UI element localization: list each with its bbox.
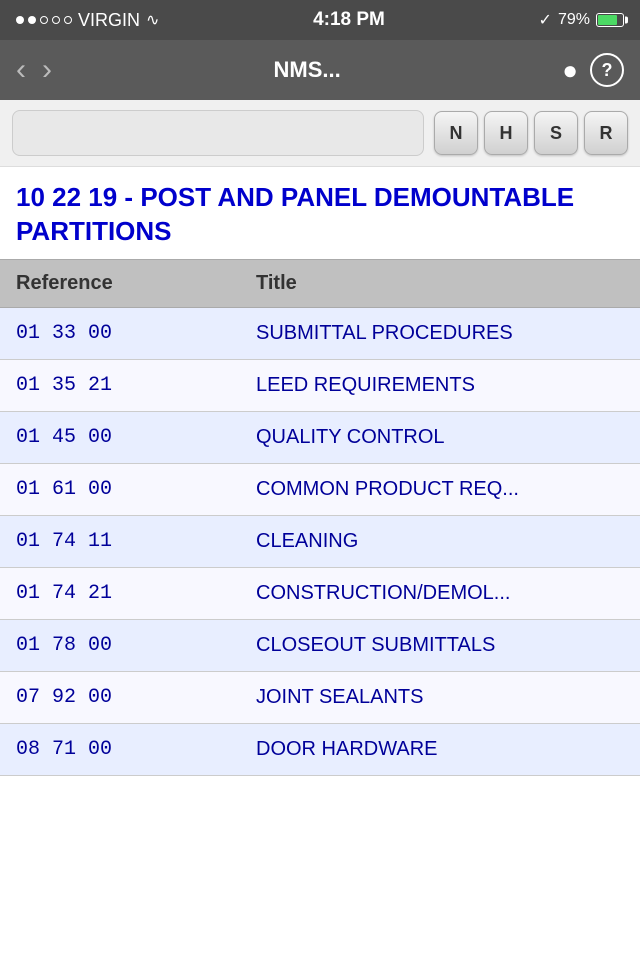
help-button[interactable]: ? bbox=[590, 53, 624, 87]
table-row[interactable]: 01 74 21 CONSTRUCTION/DEMOL... bbox=[0, 568, 640, 620]
cell-reference: 01 45 00 bbox=[0, 412, 240, 463]
cell-title: COMMON PRODUCT REQ... bbox=[240, 464, 640, 515]
table-header: Reference Title bbox=[0, 259, 640, 308]
cell-reference: 01 35 21 bbox=[0, 360, 240, 411]
cell-reference: 01 78 00 bbox=[0, 620, 240, 671]
search-icon[interactable]: ● bbox=[562, 55, 578, 86]
cell-reference: 07 92 00 bbox=[0, 672, 240, 723]
page-title: 10 22 19 - POST AND PANEL DEMOUNTABLE PA… bbox=[0, 167, 640, 259]
header-title: Title bbox=[240, 260, 640, 307]
cell-title: CLOSEOUT SUBMITTALS bbox=[240, 620, 640, 671]
battery-percent: 79% bbox=[558, 11, 590, 29]
cell-reference: 01 33 00 bbox=[0, 308, 240, 359]
dot-1 bbox=[16, 16, 24, 24]
cell-title: DOOR HARDWARE bbox=[240, 724, 640, 775]
signal-dots bbox=[16, 16, 72, 24]
filter-h-button[interactable]: H bbox=[484, 111, 528, 155]
table-row[interactable]: 01 35 21 LEED REQUIREMENTS bbox=[0, 360, 640, 412]
data-table: Reference Title 01 33 00 SUBMITTAL PROCE… bbox=[0, 259, 640, 776]
table-row[interactable]: 08 71 00 DOOR HARDWARE bbox=[0, 724, 640, 776]
filter-bar: N H S R bbox=[0, 100, 640, 167]
cell-title: JOINT SEALANTS bbox=[240, 672, 640, 723]
table-row[interactable]: 07 92 00 JOINT SEALANTS bbox=[0, 672, 640, 724]
cell-title: CLEANING bbox=[240, 516, 640, 567]
battery-icon bbox=[596, 13, 624, 27]
dot-2 bbox=[28, 16, 36, 24]
table-body: 01 33 00 SUBMITTAL PROCEDURES 01 35 21 L… bbox=[0, 308, 640, 776]
wifi-icon: ∿ bbox=[146, 10, 159, 30]
table-row[interactable]: 01 74 11 CLEANING bbox=[0, 516, 640, 568]
filter-n-button[interactable]: N bbox=[434, 111, 478, 155]
filter-r-button[interactable]: R bbox=[584, 111, 628, 155]
carrier-label: VIRGIN bbox=[78, 10, 140, 31]
cell-reference: 08 71 00 bbox=[0, 724, 240, 775]
status-left: VIRGIN ∿ bbox=[16, 10, 159, 31]
nav-arrows: ‹ › bbox=[16, 55, 52, 85]
cell-reference: 01 74 11 bbox=[0, 516, 240, 567]
table-row[interactable]: 01 45 00 QUALITY CONTROL bbox=[0, 412, 640, 464]
back-arrow[interactable]: ‹ bbox=[16, 55, 26, 85]
cell-reference: 01 61 00 bbox=[0, 464, 240, 515]
table-row[interactable]: 01 61 00 COMMON PRODUCT REQ... bbox=[0, 464, 640, 516]
cell-title: QUALITY CONTROL bbox=[240, 412, 640, 463]
dot-3 bbox=[40, 16, 48, 24]
dot-4 bbox=[52, 16, 60, 24]
bluetooth-icon: ✓ bbox=[539, 10, 552, 30]
filter-buttons: N H S R bbox=[434, 111, 628, 155]
cell-title: SUBMITTAL PROCEDURES bbox=[240, 308, 640, 359]
table-row[interactable]: 01 78 00 CLOSEOUT SUBMITTALS bbox=[0, 620, 640, 672]
dot-5 bbox=[64, 16, 72, 24]
status-right: ✓ 79% bbox=[539, 10, 624, 30]
cell-title: LEED REQUIREMENTS bbox=[240, 360, 640, 411]
cell-title: CONSTRUCTION/DEMOL... bbox=[240, 568, 640, 619]
forward-arrow[interactable]: › bbox=[42, 55, 52, 85]
filter-s-button[interactable]: S bbox=[534, 111, 578, 155]
search-box[interactable] bbox=[12, 110, 424, 156]
cell-reference: 01 74 21 bbox=[0, 568, 240, 619]
header-reference: Reference bbox=[0, 260, 240, 307]
nav-title: NMS... bbox=[64, 57, 550, 83]
status-time: 4:18 PM bbox=[313, 9, 385, 31]
table-row[interactable]: 01 33 00 SUBMITTAL PROCEDURES bbox=[0, 308, 640, 360]
status-bar: VIRGIN ∿ 4:18 PM ✓ 79% bbox=[0, 0, 640, 40]
help-label: ? bbox=[602, 60, 613, 81]
nav-bar: ‹ › NMS... ● ? bbox=[0, 40, 640, 100]
